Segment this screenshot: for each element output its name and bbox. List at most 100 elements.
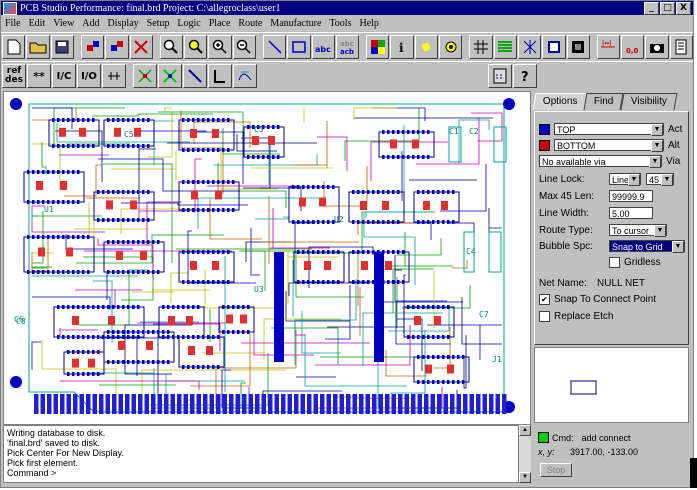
menu-view[interactable]: View [53,18,74,29]
camera-icon[interactable] [645,35,669,59]
measure-icon[interactable]: |↔| [596,35,621,59]
pin-pad [422,130,425,134]
title-bar[interactable]: PCB Studio Performance: final.brd Projec… [1,1,693,15]
tab-visibility[interactable]: Visibility [620,93,678,110]
pin-pad [87,144,90,148]
zoom-in-icon[interactable] [208,35,232,59]
report-icon[interactable] [669,35,694,59]
calculator-icon[interactable] [488,64,512,88]
pin-pad [102,190,105,194]
edit-text-icon[interactable]: abc acb [335,35,360,59]
add-text-icon[interactable]: abc [311,35,335,59]
command-console[interactable]: Writing database to disk. 'final.brd' sa… [3,425,519,483]
line-lock-angle-select[interactable]: 45 ▼ [646,173,674,186]
glossing-icon[interactable] [233,64,257,88]
menu-display[interactable]: Display [108,18,139,29]
dehighlight-icon[interactable] [439,35,463,59]
stars-button[interactable]: ** [27,64,51,88]
slide-icon[interactable] [158,64,182,88]
refresh-icon[interactable] [566,35,590,59]
info-icon[interactable]: i [390,35,414,59]
cmd-value: add connect [581,432,631,443]
minimap-drawing [570,380,597,395]
line-width-input[interactable]: 5.00 [609,207,653,219]
maximize-button[interactable]: □ [660,2,675,15]
line-lock-mode-select[interactable]: Line ▼ [609,173,641,186]
close-button[interactable]: X [676,2,691,15]
zoom-fit-icon[interactable] [159,35,184,59]
menu-file[interactable]: File [5,18,21,29]
custom-smooth-icon[interactable] [208,64,232,88]
add-rect-icon[interactable] [287,35,311,59]
add-connect-icon[interactable] [133,64,157,88]
refdes-button[interactable]: ref des [2,64,26,88]
save-icon[interactable] [50,35,75,59]
shadow-icon[interactable] [542,35,566,59]
gridless-checkbox[interactable] [609,256,620,268]
help-icon[interactable]: ? [513,64,537,88]
open-folder-icon[interactable] [26,35,50,59]
alt-layer-label: Alt [668,139,680,151]
tab-find[interactable]: Find [583,93,625,110]
scroll-down-icon[interactable]: ▼ [519,472,531,483]
pin-pad [187,118,190,122]
via-select[interactable]: No available via ▼ [539,155,662,168]
pin-pad [357,190,360,194]
add-line-icon[interactable] [262,35,287,59]
ratsnest-icon[interactable] [517,35,542,59]
minimize-button[interactable]: _ [644,2,659,15]
pin-pad [122,240,125,244]
menu-manufacture[interactable]: Manufacture [270,18,321,29]
menu-logic[interactable]: Logic [177,18,200,29]
edge-finger [450,394,455,414]
ic-button[interactable]: I/C [52,64,76,88]
menu-help[interactable]: Help [359,18,378,29]
pin-pad [442,190,445,194]
tab-options[interactable]: Options [532,93,588,110]
pin-pad [82,350,85,354]
menu-route[interactable]: Route [238,18,262,29]
pin-pad [322,250,325,254]
pin-pad [422,355,425,359]
pin-pad [77,372,80,376]
bubble-select[interactable]: Snap to Grid ▼ [609,240,685,253]
color-icon[interactable] [366,35,390,59]
max45-input[interactable]: 99999.9 [609,190,653,202]
highlight-icon[interactable] [414,35,439,59]
active-layer-select[interactable]: TOP ▼ [554,123,664,136]
console-scrollbar[interactable]: ▲ ▼ [519,425,531,483]
pin-pad [137,240,140,244]
scroll-up-icon[interactable]: ▲ [519,425,531,436]
menu-add[interactable]: Add [82,18,99,29]
new-file-icon[interactable] [2,35,26,59]
grid-icon[interactable] [469,35,493,59]
move-icon[interactable] [80,35,105,59]
zoom-out-icon[interactable] [232,35,257,59]
board-canvas[interactable]: C1 C2 C3 C4 C5 C6 C7 C8 U1 U2 U3 J1 [3,91,531,425]
delete-icon[interactable] [129,35,153,59]
menu-tools[interactable]: Tools [329,18,351,29]
pin-pad [147,240,150,244]
world-view-minimap[interactable] [534,347,689,423]
coordinate-icon[interactable]: 0,0 [621,35,645,59]
pin-pad [32,170,35,174]
secondary-toolbar: ref des ** I/C I/O ? [1,61,693,90]
io-button[interactable]: I/O [77,64,101,88]
snap-connect-checkbox[interactable]: ✔ [539,293,550,305]
menu-place[interactable]: Place [209,18,231,29]
zoom-window-icon[interactable] [184,35,208,59]
menu-edit[interactable]: Edit [29,18,46,29]
edge-finger [372,394,377,414]
route-type-select[interactable]: To cursor ▼ [609,224,667,237]
alt-layer-select[interactable]: BOTTOM ▼ [554,139,664,152]
copy-icon[interactable] [105,35,129,59]
layers-icon[interactable] [493,35,517,59]
menu-setup[interactable]: Setup [147,18,170,29]
align-icon[interactable] [102,64,126,88]
pcb-board-drawing[interactable]: C1 C2C3C4C5C6C7C8U1U2U3J1 [4,92,530,424]
stop-button[interactable]: Stop [540,463,572,477]
replace-etch-checkbox[interactable] [539,310,550,322]
delay-tune-icon[interactable] [183,64,207,88]
command-prompt[interactable]: Command > [7,468,515,478]
app-icon[interactable] [3,1,17,15]
